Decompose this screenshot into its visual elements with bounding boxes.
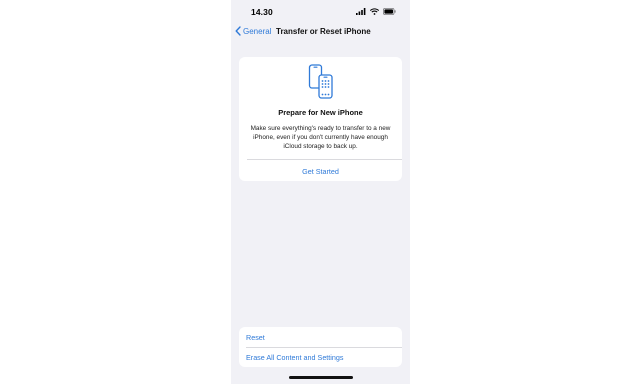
card-description: Make sure everything's ready to transfer… bbox=[250, 125, 391, 150]
two-phones-icon bbox=[308, 64, 333, 99]
reset-button[interactable]: Reset bbox=[246, 333, 265, 342]
reset-options-list: Reset Erase All Content and Settings bbox=[239, 327, 402, 367]
cellular-signal-icon bbox=[356, 8, 366, 15]
card-divider bbox=[247, 159, 402, 160]
back-button-label: General bbox=[243, 26, 272, 36]
battery-icon bbox=[383, 8, 396, 15]
status-icons bbox=[356, 8, 396, 15]
page-title: Transfer or Reset iPhone bbox=[276, 27, 371, 36]
phone-screen: 14.30 General Transfer or Reset iPhone P… bbox=[231, 0, 410, 384]
erase-all-content-button[interactable]: Erase All Content and Settings bbox=[246, 353, 344, 362]
chevron-left-icon bbox=[235, 26, 241, 36]
back-button[interactable]: General bbox=[235, 26, 271, 36]
navigation-bar: General Transfer or Reset iPhone bbox=[231, 22, 410, 42]
get-started-button[interactable]: Get Started bbox=[239, 167, 402, 176]
status-time: 14.30 bbox=[251, 7, 273, 17]
status-bar: 14.30 bbox=[231, 0, 410, 22]
wifi-icon bbox=[370, 8, 379, 15]
prepare-for-new-iphone-card: Prepare for New iPhone Make sure everyth… bbox=[239, 57, 402, 181]
card-title: Prepare for New iPhone bbox=[278, 108, 363, 117]
home-indicator[interactable] bbox=[289, 376, 353, 379]
list-divider bbox=[246, 347, 402, 348]
